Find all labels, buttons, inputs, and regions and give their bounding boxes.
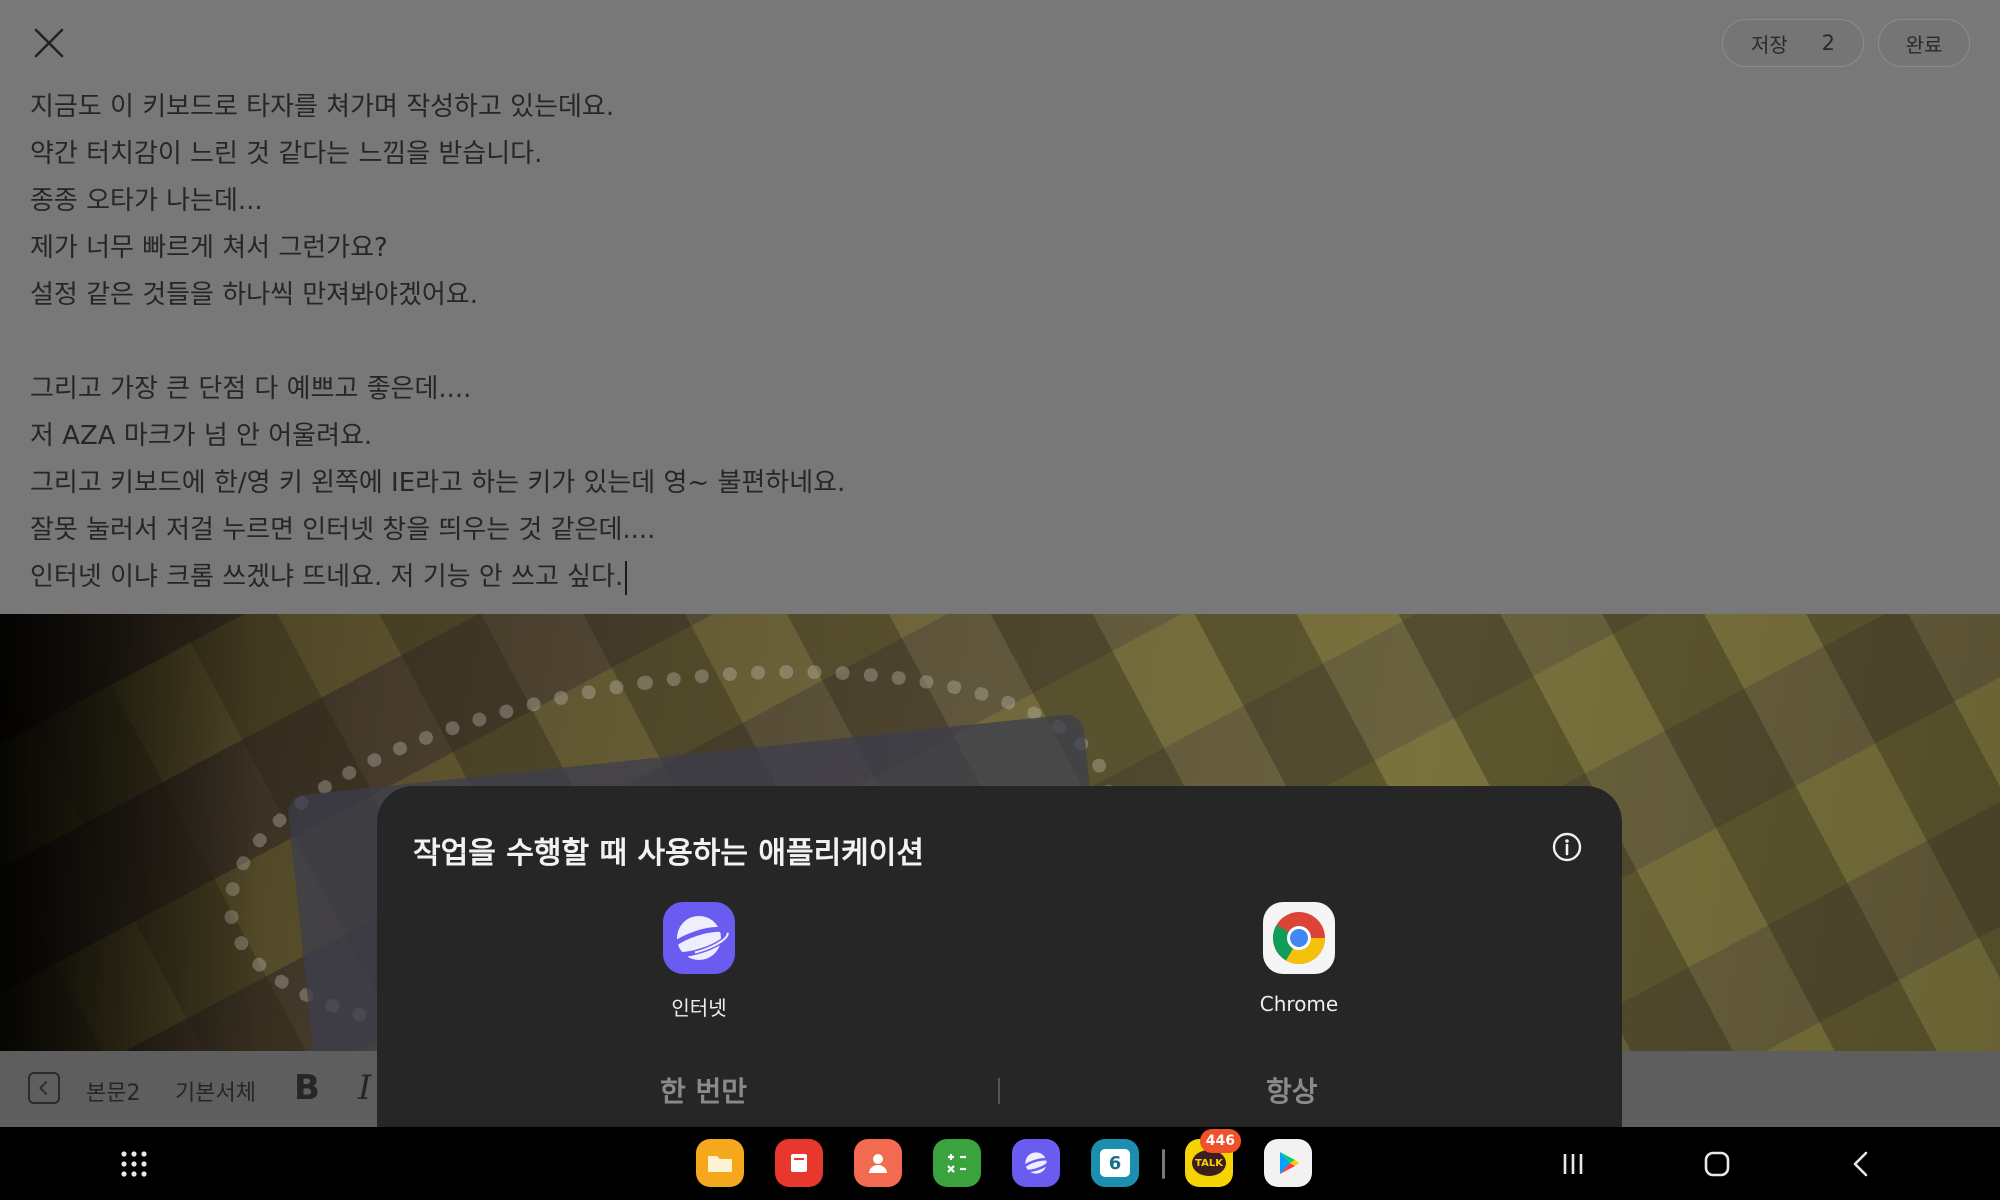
note-editor: 저장 2 완료 지금도 이 키보드로 타자를 쳐가며 작성하고 있는데요. 약간… [0,0,2000,614]
note-line [30,319,1930,366]
note-line: 잘못 눌러서 저걸 누르면 인터넷 창을 띄우는 것 같은데.... [30,515,656,545]
top-actions: 저장 2 완료 [1722,19,1970,67]
note-line-last: 인터넷 이냐 크롬 쓰겠냐 뜨네요. 저 기능 안 쓰고 싶다. [30,554,1930,601]
bold-button[interactable]: B [294,1068,320,1108]
photo-shadow [0,614,260,1051]
text-cursor [625,560,628,595]
note-line: 지금도 이 키보드로 타자를 쳐가며 작성하고 있는데요. [30,92,615,122]
note-body[interactable]: 지금도 이 키보드로 타자를 쳐가며 작성하고 있는데요. 약간 터치감이 느린… [30,84,1930,601]
toolbar-collapse-button[interactable] [28,1072,60,1104]
calculator-icon[interactable] [933,1139,981,1187]
done-button[interactable]: 완료 [1878,19,1970,67]
back-button[interactable] [1840,1143,1882,1185]
notification-badge: 446 [1199,1129,1241,1153]
choice-divider [998,1078,1000,1104]
note-line: 약간 터치감이 느린 것 같다는 느낌을 받습니다. [30,139,543,169]
samsung-notes-icon[interactable] [775,1139,823,1187]
samsung-internet-icon[interactable] [1012,1139,1060,1187]
just-once-button[interactable]: 한 번만 [660,1070,747,1110]
kakaotalk-icon[interactable]: TALK 446 [1185,1129,1241,1187]
note-line-text: 인터넷 이냐 크롬 쓰겠냐 뜨네요. 저 기능 안 쓰고 싶다. [30,562,624,592]
contacts-icon[interactable] [854,1139,902,1187]
note-line: 저 AZA 마크가 넘 안 어울려요. [30,421,373,451]
chrome-icon [1263,902,1335,974]
note-line: 설정 같은 것들을 하나씩 만져봐야겠어요. [30,280,478,310]
app-option-chrome[interactable]: Chrome [1199,902,1399,1016]
info-icon [1552,832,1582,862]
my-files-icon[interactable] [696,1139,744,1187]
font-select-button[interactable]: 기본서체 [175,1075,256,1107]
recent-apps-icon [1563,1154,1583,1174]
app-chooser-sheet: 작업을 수행할 때 사용하는 애플리케이션 인터넷 Chrome 한 번만 항상 [377,786,1622,1127]
recent-apps-button[interactable] [1552,1143,1594,1185]
app-label-internet: 인터넷 [671,996,727,1020]
info-button[interactable] [1550,830,1584,864]
calendar-icon[interactable]: 6 [1091,1139,1139,1187]
save-count: 2 [1821,31,1835,55]
italic-button[interactable]: I [358,1068,371,1108]
calendar-day: 6 [1100,1149,1130,1177]
app-label-chrome: Chrome [1259,992,1339,1016]
back-icon [1853,1151,1868,1177]
close-icon [34,28,64,58]
app-drawer-button[interactable] [113,1143,155,1185]
chevron-left-icon [38,1080,48,1096]
save-button[interactable]: 저장 2 [1722,19,1864,67]
sheet-title: 작업을 수행할 때 사용하는 애플리케이션 [413,836,924,871]
save-label: 저장 [1751,32,1788,57]
dock-divider [1162,1149,1165,1179]
note-line: 종종 오타가 나는데... [30,186,263,216]
done-label: 완료 [1905,32,1943,57]
close-button[interactable] [30,24,68,62]
grid-icon [121,1151,147,1177]
note-line: 그리고 가장 큰 단점 다 예쁘고 좋은데.... [30,374,472,404]
navigation-bar: 6 TALK 446 [0,1127,2000,1200]
always-button[interactable]: 항상 [1266,1070,1318,1110]
samsung-internet-icon [663,902,735,974]
home-icon [1704,1151,1730,1177]
paragraph-style-button[interactable]: 본문2 [86,1075,140,1107]
app-option-internet[interactable]: 인터넷 [599,902,799,1021]
kakao-talk-bubble: TALK [1192,1150,1226,1176]
home-button[interactable] [1696,1143,1738,1185]
note-line: 제가 너무 빠르게 쳐서 그런가요? [30,233,388,263]
note-line: 그리고 키보드에 한/영 키 왼쪽에 IE라고 하는 키가 있는데 영~ 불편하… [30,468,846,498]
play-store-icon[interactable] [1264,1139,1312,1187]
